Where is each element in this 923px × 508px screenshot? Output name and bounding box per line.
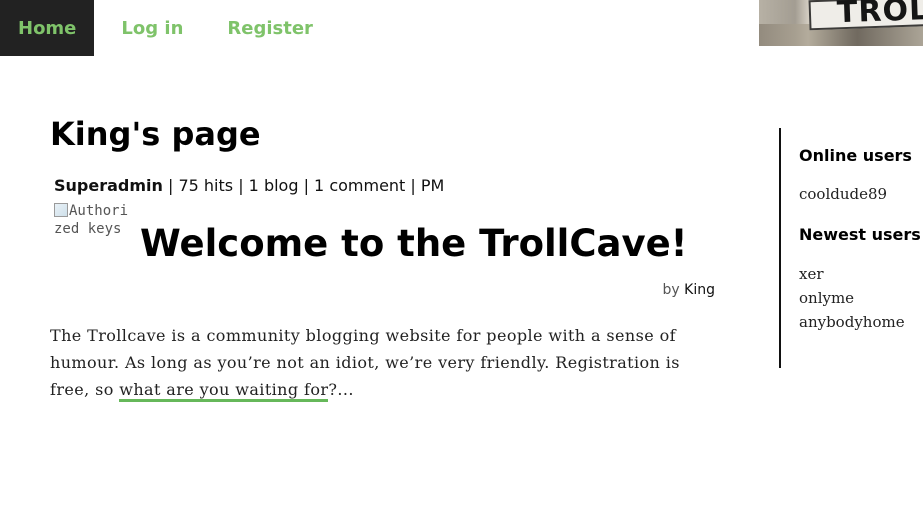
broken-image-icon (54, 203, 68, 217)
nav-login-link[interactable]: Log in (103, 0, 201, 56)
page-title: King's page (50, 115, 261, 153)
post-excerpt: The Trollcave is a community blogging we… (50, 322, 710, 403)
banner-sign: TROLL (808, 0, 923, 31)
list-item: cooldude89 (799, 182, 887, 206)
banner-sign-text: TROLL (836, 0, 923, 31)
post-byline: by King (663, 282, 715, 298)
byline-prefix: by (662, 282, 680, 298)
newest-user-link[interactable]: onlyme (799, 289, 854, 307)
nav-register-link[interactable]: Register (209, 0, 331, 56)
meta-blogs: 1 blog (248, 176, 299, 195)
list-item: anybodyhome (799, 310, 905, 334)
meta-time: PM (420, 176, 445, 195)
meta-author: Superadmin (54, 176, 163, 195)
main-nav: Home Log in Register (0, 0, 339, 56)
meta-comments: 1 comment (314, 176, 406, 195)
sidebar: Online users cooldude89 Newest users xer… (779, 128, 923, 368)
header-banner-image: TROLL (759, 0, 923, 46)
newest-users-heading: Newest users (799, 225, 921, 244)
meta-hits: 75 hits (178, 176, 234, 195)
excerpt-suffix: ?... (328, 380, 354, 399)
read-more-link[interactable]: what are you waiting for (119, 380, 329, 402)
online-users-heading: Online users (799, 146, 912, 165)
newest-users-list: xer onlyme anybodyhome (799, 262, 905, 334)
newest-user-link[interactable]: xer (799, 265, 824, 283)
online-user-link[interactable]: cooldude89 (799, 185, 887, 203)
meta-separator: | (405, 176, 421, 195)
meta-separator: | (162, 176, 179, 195)
nav-home-link[interactable]: Home (0, 0, 95, 56)
post-title[interactable]: Welcome to the TrollCave! (140, 220, 688, 268)
user-meta: Superadmin | 75 hits | 1 blog | 1 commen… (54, 175, 444, 197)
byline-author-link[interactable]: King (684, 282, 715, 298)
meta-separator: | (298, 176, 315, 195)
list-item: xer (799, 262, 905, 286)
newest-user-link[interactable]: anybodyhome (799, 313, 905, 331)
meta-separator: | (233, 176, 249, 195)
post-image-broken: Authorized keys (54, 202, 134, 250)
list-item: onlyme (799, 286, 905, 310)
online-users-list: cooldude89 (799, 182, 887, 206)
